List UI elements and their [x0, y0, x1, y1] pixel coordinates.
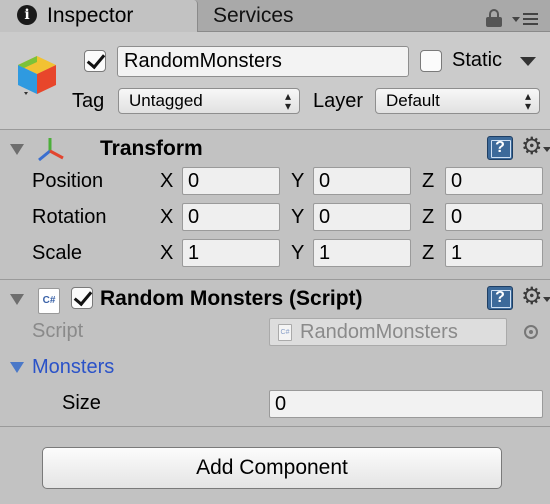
script-value: RandomMonsters — [300, 321, 458, 343]
rotation-y-field[interactable]: 0 — [313, 203, 411, 231]
size-label: Size — [62, 392, 101, 414]
axis-x-label: X — [160, 206, 174, 228]
script-enabled-checkbox[interactable] — [71, 287, 93, 309]
monsters-array-label[interactable]: Monsters — [32, 356, 114, 379]
scale-y-field[interactable]: 1 — [313, 239, 411, 267]
axis-y-label: Y — [291, 206, 305, 228]
script-foldout-icon[interactable] — [10, 294, 24, 305]
axis-y-label: Y — [291, 170, 305, 192]
script-component-title: Random Monsters (Script) — [100, 287, 363, 310]
help-icon[interactable]: ? — [487, 286, 513, 310]
rotation-x-field[interactable]: 0 — [182, 203, 280, 231]
scale-x-field[interactable]: 1 — [182, 239, 280, 267]
axis-x-label: X — [160, 242, 174, 264]
axis-z-label: Z — [422, 170, 435, 192]
cube-icon[interactable] — [14, 52, 60, 98]
position-y-field[interactable]: 0 — [313, 167, 411, 195]
transform-axes-icon — [38, 138, 64, 162]
help-icon[interactable]: ? — [487, 136, 513, 160]
tab-inspector[interactable]: i Inspector — [0, 0, 198, 32]
tag-label: Tag — [72, 90, 105, 112]
scale-z-field[interactable]: 1 — [445, 239, 543, 267]
axis-y-label: Y — [291, 242, 305, 264]
layer-dropdown[interactable]: Default ▴ ▾ — [375, 88, 540, 114]
object-picker-icon[interactable] — [524, 325, 538, 339]
gear-icon[interactable]: ⚙ — [521, 135, 550, 159]
active-checkbox[interactable] — [84, 50, 106, 72]
layer-label: Layer — [313, 90, 364, 112]
script-label: Script — [32, 320, 84, 342]
tab-services-label: Services — [213, 4, 294, 27]
axis-x-label: X — [160, 170, 174, 192]
transform-title: Transform — [100, 137, 203, 160]
monsters-foldout-icon[interactable] — [10, 362, 24, 373]
transform-foldout-icon[interactable] — [10, 144, 24, 155]
gear-icon[interactable]: ⚙ — [521, 285, 550, 309]
position-label: Position — [32, 170, 104, 192]
tag-value: Untagged — [129, 91, 203, 110]
section-divider — [0, 426, 550, 427]
axis-z-label: Z — [422, 242, 435, 264]
axis-z-label: Z — [422, 206, 435, 228]
position-x-field[interactable]: 0 — [182, 167, 280, 195]
tab-inspector-label: Inspector — [47, 4, 134, 27]
script-reference-field[interactable]: C# RandomMonsters — [269, 318, 507, 346]
csharp-script-icon: C# — [278, 324, 292, 341]
static-checkbox[interactable] — [420, 50, 442, 72]
section-divider — [0, 279, 550, 280]
size-field[interactable]: 0 — [269, 390, 543, 418]
rotation-label: Rotation — [32, 206, 107, 228]
object-name-field[interactable]: RandomMonsters — [117, 46, 409, 77]
static-label: Static — [452, 49, 503, 71]
rotation-z-field[interactable]: 0 — [445, 203, 543, 231]
scale-label: Scale — [32, 242, 83, 264]
tab-bar: i Inspector Services — [0, 0, 550, 32]
add-component-button[interactable]: Add Component — [42, 447, 502, 489]
panel-menu-icon[interactable] — [512, 11, 540, 27]
position-z-field[interactable]: 0 — [445, 167, 543, 195]
static-dropdown-icon[interactable] — [520, 57, 536, 66]
dropdown-arrows-icon: ▴ ▾ — [524, 89, 531, 113]
tag-dropdown[interactable]: Untagged ▴ ▾ — [118, 88, 300, 114]
csharp-script-icon: C# — [38, 288, 60, 314]
info-icon: i — [17, 5, 37, 25]
dropdown-arrows-icon: ▴ ▾ — [284, 89, 291, 113]
tab-services[interactable]: Services — [213, 0, 413, 32]
lock-icon[interactable] — [486, 9, 502, 27]
layer-value: Default — [386, 91, 440, 110]
